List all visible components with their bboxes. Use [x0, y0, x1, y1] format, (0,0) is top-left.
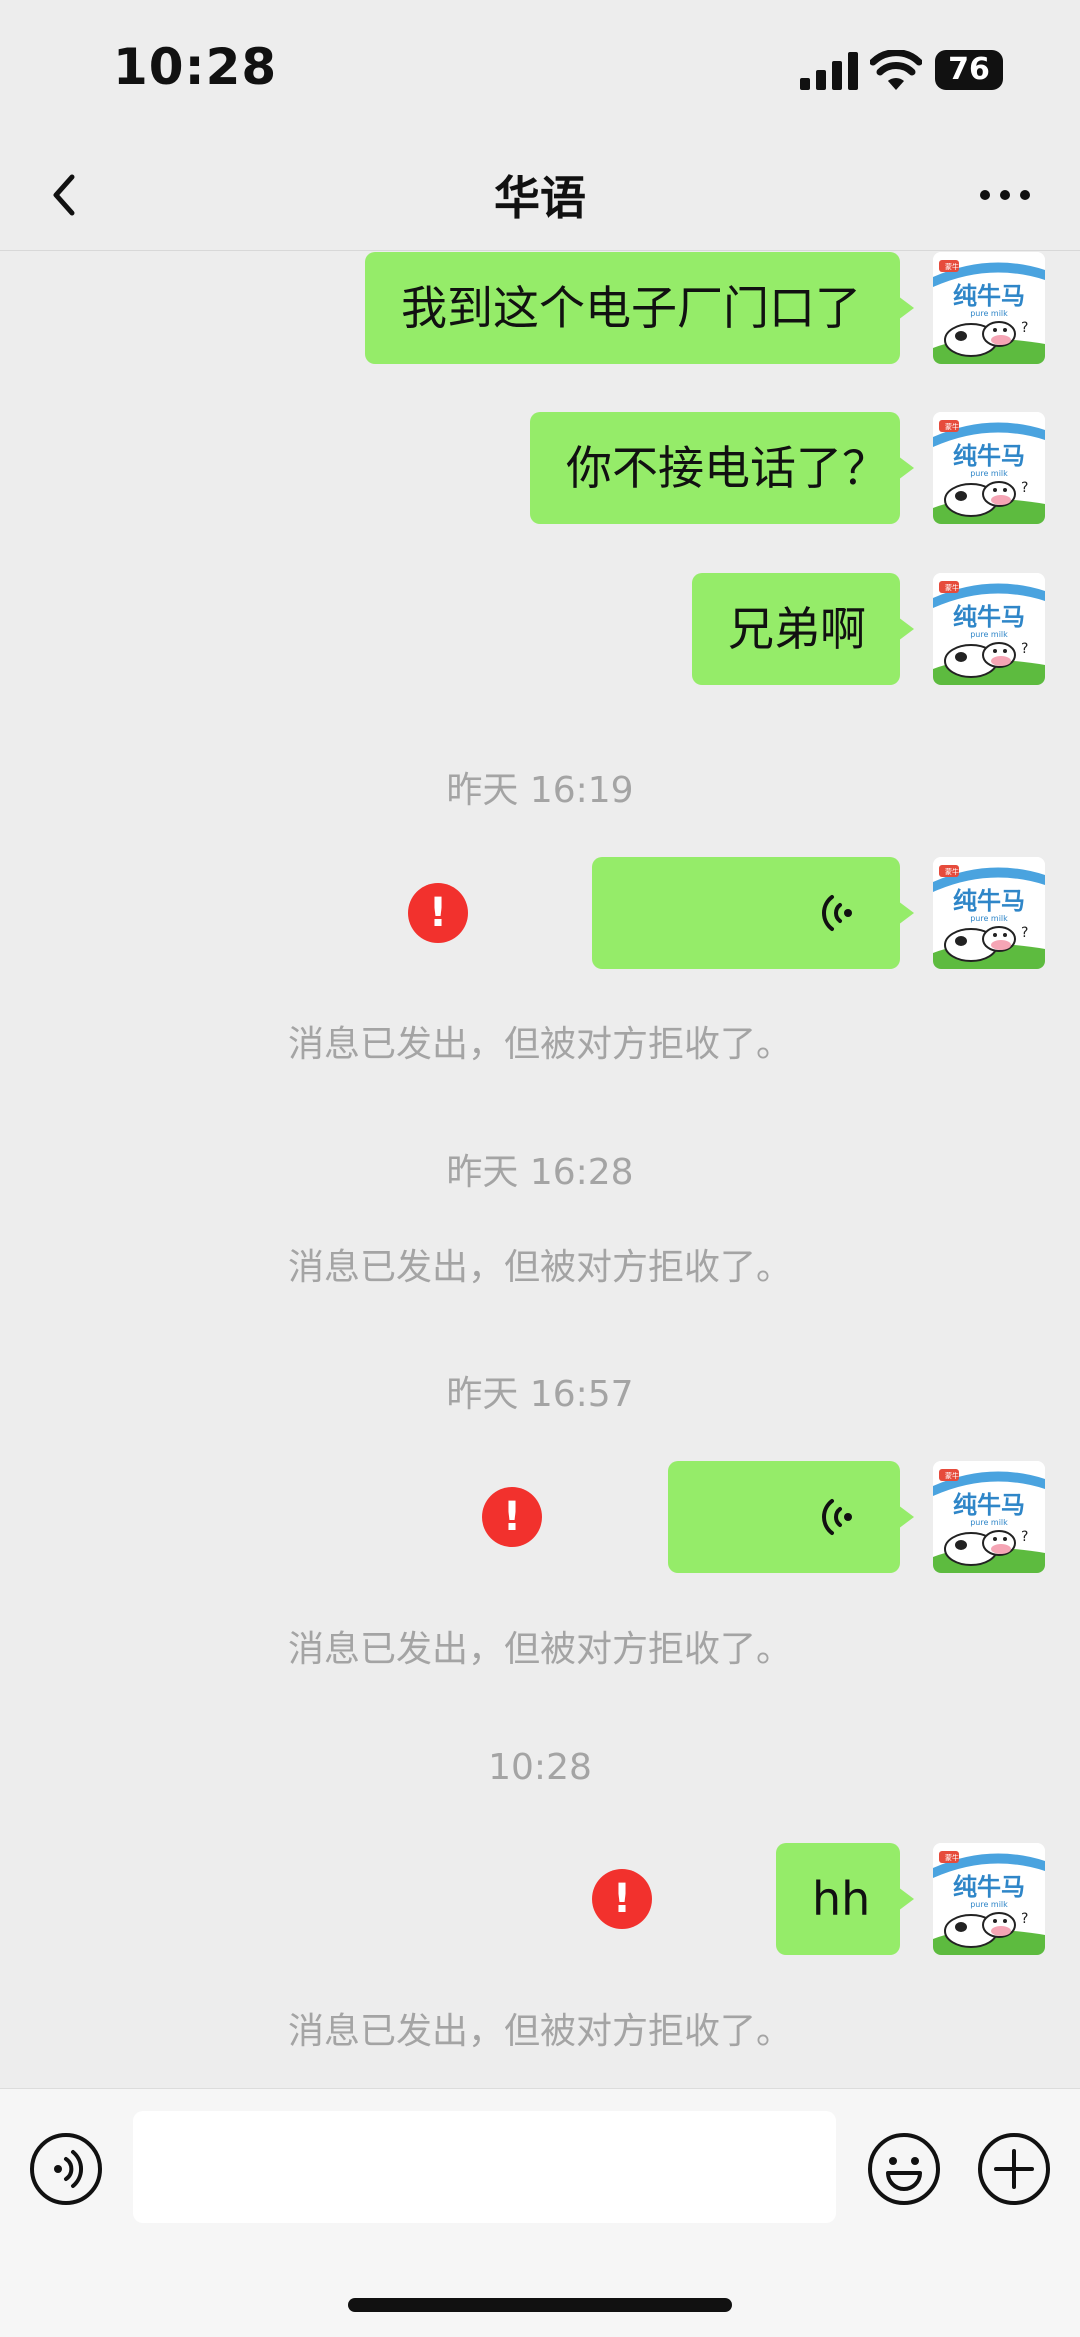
text-message-bubble[interactable]: 我到这个电子厂门口了	[365, 252, 914, 364]
status-time: 10:28	[113, 38, 278, 96]
voice-toggle-icon[interactable]	[28, 2131, 104, 2207]
nav-bar: 华语	[0, 140, 1080, 251]
system-message: 消息已发出，但被对方拒收了。	[287, 1629, 792, 1670]
avatar[interactable]: 蒙牛 纯牛马 pure milk ?	[933, 412, 1045, 524]
message-row: 蒙牛 纯牛马 pure milk ? 我到这个电子厂门口了	[0, 252, 1080, 364]
avatar-subtext: pure milk	[970, 914, 1008, 923]
chat-screen: 10:28 76 华语 蒙牛 纯牛马 pure milk ? 我到这个电子厂门口…	[0, 0, 1080, 2337]
chat-title: 华语	[494, 171, 586, 225]
avatar-badge-text: 蒙牛	[945, 262, 959, 271]
system-message: 消息已发出，但被对方拒收了。	[287, 2011, 792, 2052]
svg-text:?: ?	[1021, 1529, 1028, 1545]
message-row: 蒙牛 纯牛马 pure milk ? hh!	[0, 1843, 1080, 1955]
home-indicator[interactable]	[348, 2298, 732, 2312]
message-input[interactable]	[133, 2111, 836, 2223]
message-timestamp: 10:28	[488, 1747, 592, 1788]
avatar-subtext: pure milk	[970, 1900, 1008, 1909]
message-row: 蒙牛 纯牛马 pure milk ? !	[0, 857, 1080, 969]
message-timestamp: 昨天 16:28	[446, 1152, 634, 1193]
text-message-bubble[interactable]: 你不接电话了？	[530, 412, 914, 524]
svg-text:?: ?	[1021, 641, 1028, 657]
voice-message-bubble[interactable]	[592, 857, 914, 969]
error-icon[interactable]: !	[482, 1487, 542, 1547]
plus-icon[interactable]	[976, 2131, 1052, 2207]
avatar[interactable]: 蒙牛 纯牛马 pure milk ?	[933, 252, 1045, 364]
svg-text:?: ?	[1021, 480, 1028, 496]
voice-message-bubble[interactable]	[668, 1461, 914, 1573]
avatar[interactable]: 蒙牛 纯牛马 pure milk ?	[933, 1461, 1045, 1573]
avatar[interactable]: 蒙牛 纯牛马 pure milk ?	[933, 857, 1045, 969]
error-icon[interactable]: !	[592, 1869, 652, 1929]
system-message: 消息已发出，但被对方拒收了。	[287, 1024, 792, 1065]
system-message: 消息已发出，但被对方拒收了。	[287, 1247, 792, 1288]
avatar-badge-text: 蒙牛	[945, 1853, 959, 1862]
emoji-icon[interactable]	[866, 2131, 942, 2207]
message-text: 我到这个电子厂门口了	[401, 281, 861, 335]
message-row: 蒙牛 纯牛马 pure milk ? 兄弟啊	[0, 573, 1080, 685]
message-timestamp: 昨天 16:57	[446, 1374, 634, 1415]
text-message-bubble[interactable]: hh	[776, 1843, 914, 1955]
battery-level: 76	[948, 52, 990, 87]
message-text: 兄弟啊	[728, 602, 866, 656]
avatar-subtext: pure milk	[970, 1518, 1008, 1527]
avatar-title-text: 纯牛马	[953, 1873, 1025, 1901]
avatar-subtext: pure milk	[970, 469, 1008, 478]
signal-icon	[800, 52, 858, 90]
avatar-badge-text: 蒙牛	[945, 1471, 959, 1480]
avatar-title-text: 纯牛马	[953, 282, 1025, 310]
avatar-title-text: 纯牛马	[953, 603, 1025, 631]
text-message-bubble[interactable]: 兄弟啊	[692, 573, 914, 685]
avatar-title-text: 纯牛马	[953, 887, 1025, 915]
avatar-title-text: 纯牛马	[953, 1491, 1025, 1519]
message-row: 蒙牛 纯牛马 pure milk ? !	[0, 1461, 1080, 1573]
message-text: hh	[812, 1872, 871, 1926]
avatar[interactable]: 蒙牛 纯牛马 pure milk ?	[933, 573, 1045, 685]
svg-text:?: ?	[1021, 320, 1028, 336]
battery-indicator: 76	[935, 50, 1003, 90]
svg-text:?: ?	[1021, 925, 1028, 941]
message-timestamp: 昨天 16:19	[446, 770, 634, 811]
avatar-title-text: 纯牛马	[953, 442, 1025, 470]
avatar-subtext: pure milk	[970, 309, 1008, 318]
voice-icon	[822, 1499, 852, 1535]
avatar[interactable]: 蒙牛 纯牛马 pure milk ?	[933, 1843, 1045, 1955]
message-list[interactable]: 蒙牛 纯牛马 pure milk ? 我到这个电子厂门口了 蒙牛 纯牛马 pur…	[0, 251, 1080, 2088]
error-icon[interactable]: !	[408, 883, 468, 943]
status-bar: 10:28 76	[0, 0, 1080, 140]
avatar-badge-text: 蒙牛	[945, 422, 959, 431]
avatar-subtext: pure milk	[970, 630, 1008, 639]
avatar-badge-text: 蒙牛	[945, 867, 959, 876]
voice-icon	[822, 895, 852, 931]
message-row: 蒙牛 纯牛马 pure milk ? 你不接电话了？	[0, 412, 1080, 524]
svg-text:?: ?	[1021, 1911, 1028, 1927]
wifi-icon	[870, 50, 922, 90]
more-icon[interactable]	[975, 175, 1035, 215]
avatar-badge-text: 蒙牛	[945, 583, 959, 592]
message-text: 你不接电话了？	[566, 441, 888, 495]
